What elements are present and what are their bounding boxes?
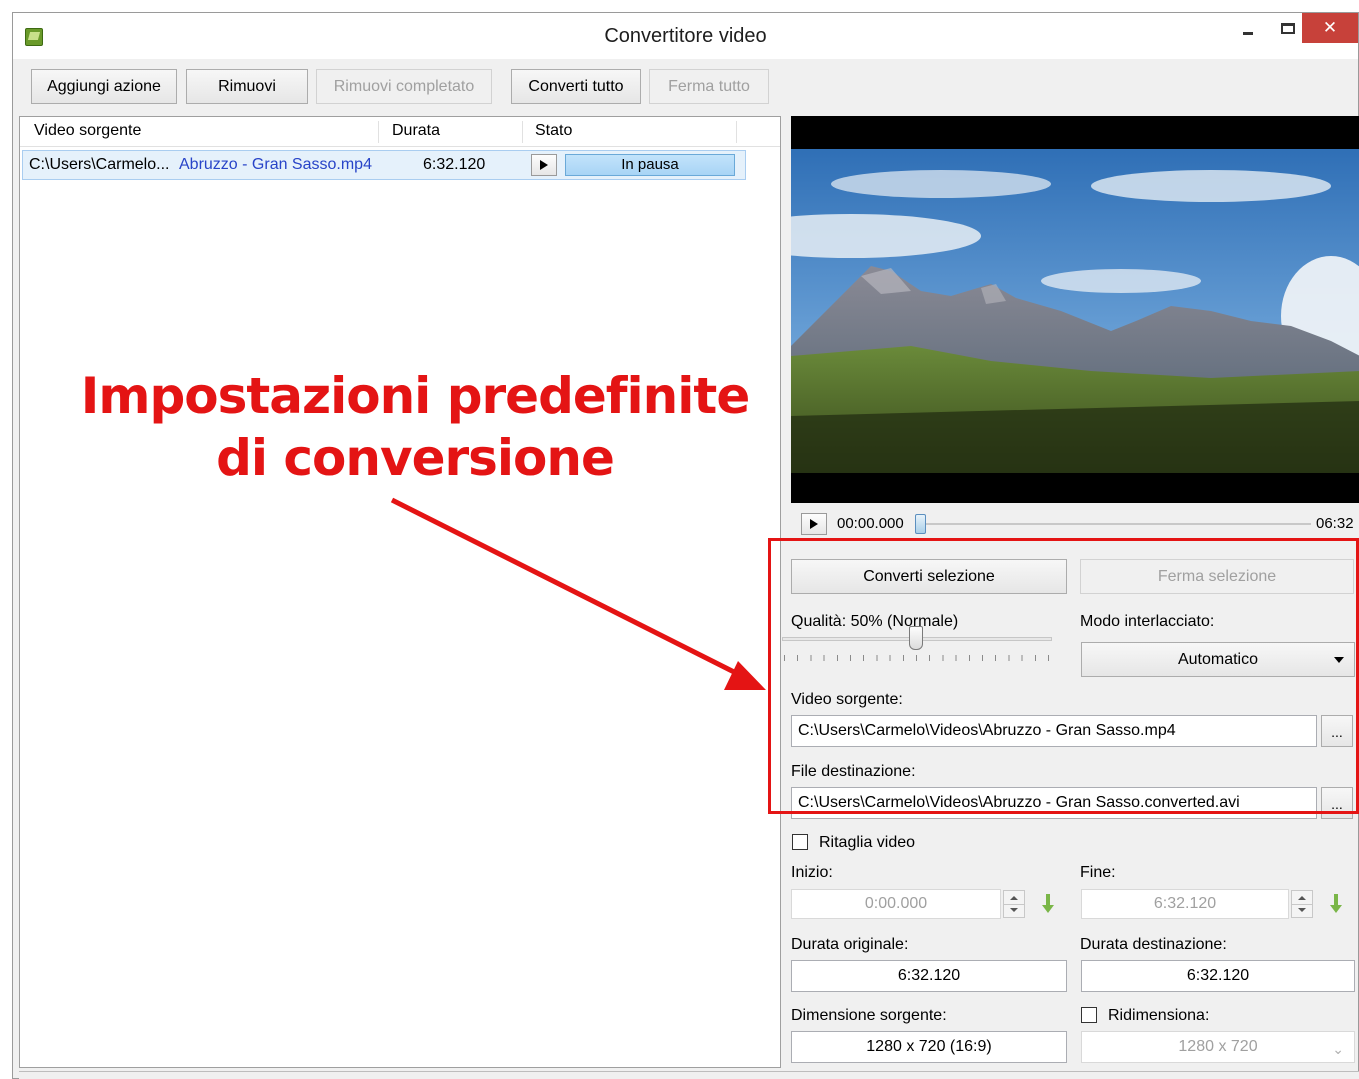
resize-dropdown[interactable]: 1280 x 720 ⌄: [1081, 1031, 1355, 1063]
minimize-icon: [1243, 31, 1253, 35]
seek-thumb[interactable]: [915, 514, 926, 534]
row-duration: 6:32.120: [423, 156, 486, 173]
crop-video-checkbox[interactable]: [792, 834, 808, 850]
highlight-box: [768, 538, 1359, 814]
column-duration[interactable]: Durata: [392, 122, 440, 140]
destination-duration-field: 6:32.120: [1081, 960, 1355, 992]
set-end-icon[interactable]: [1326, 890, 1346, 918]
preview-play-button[interactable]: [801, 513, 827, 535]
minimize-button[interactable]: [1231, 13, 1265, 43]
destination-duration-label: Durata destinazione:: [1080, 936, 1227, 953]
column-divider[interactable]: [736, 121, 737, 143]
end-time-field[interactable]: 6:32.120: [1081, 889, 1289, 919]
annotation-line-2: di conversione: [216, 429, 615, 487]
annotation-line-1: Impostazioni predefinite: [80, 367, 750, 425]
start-label: Inizio:: [791, 864, 833, 881]
video-preview: [791, 116, 1359, 503]
set-start-icon[interactable]: [1038, 890, 1058, 918]
video-frame-image: [791, 116, 1359, 503]
bottom-border: [19, 1071, 1359, 1079]
play-icon: [540, 160, 548, 170]
remove-completed-button[interactable]: Rimuovi completato: [316, 69, 492, 104]
original-duration-field: 6:32.120: [791, 960, 1067, 992]
chevron-down-icon: ⌄: [1332, 1041, 1344, 1057]
row-path-prefix: C:\Users\Carmelo...: [29, 156, 170, 173]
source-dimension-label: Dimensione sorgente:: [791, 1007, 947, 1024]
current-time: 00:00.000: [837, 515, 904, 532]
start-time-spinner[interactable]: [1003, 890, 1025, 918]
end-time-spinner[interactable]: [1291, 890, 1313, 918]
window-title: Convertitore video: [604, 25, 767, 47]
start-time-field[interactable]: 0:00.000: [791, 889, 1001, 919]
maximize-icon: [1281, 22, 1295, 34]
resize-label: Ridimensiona:: [1108, 1007, 1210, 1024]
row-path-file: Abruzzo - Gran Sasso.mp4: [179, 156, 372, 173]
original-duration-label: Durata originale:: [791, 936, 909, 953]
maximize-button[interactable]: [1271, 13, 1305, 43]
title-bar: Convertitore video ✕: [13, 13, 1358, 59]
stop-all-button[interactable]: Ferma tutto: [649, 69, 769, 104]
source-dimension-field: 1280 x 720 (16:9): [791, 1031, 1067, 1063]
column-divider[interactable]: [378, 121, 379, 143]
table-row[interactable]: C:\Users\Carmelo... Abruzzo - Gran Sasso…: [22, 150, 746, 180]
annotation-text: Impostazioni predefinite di conversione: [70, 365, 760, 489]
seek-track[interactable]: [921, 523, 1311, 525]
remove-button[interactable]: Rimuovi: [186, 69, 308, 104]
row-play-button[interactable]: [531, 154, 557, 176]
end-time: 06:32: [1316, 515, 1354, 532]
play-icon: [810, 519, 818, 529]
column-status[interactable]: Stato: [535, 122, 572, 140]
end-label: Fine:: [1080, 864, 1116, 881]
close-icon: ✕: [1322, 18, 1338, 37]
resize-value: 1280 x 720: [1178, 1038, 1258, 1055]
crop-video-label: Ritaglia video: [819, 834, 916, 851]
column-divider[interactable]: [522, 121, 523, 143]
video-list[interactable]: Video sorgente Durata Stato C:\Users\Car…: [19, 116, 781, 1068]
add-action-button[interactable]: Aggiungi azione: [31, 69, 177, 104]
resize-checkbox[interactable]: [1081, 1007, 1097, 1023]
convert-all-button[interactable]: Converti tutto: [511, 69, 641, 104]
row-status-badge: In pausa: [565, 154, 735, 176]
close-button[interactable]: ✕: [1302, 13, 1358, 43]
list-header: Video sorgente Durata Stato: [20, 117, 780, 147]
column-source[interactable]: Video sorgente: [34, 122, 141, 140]
